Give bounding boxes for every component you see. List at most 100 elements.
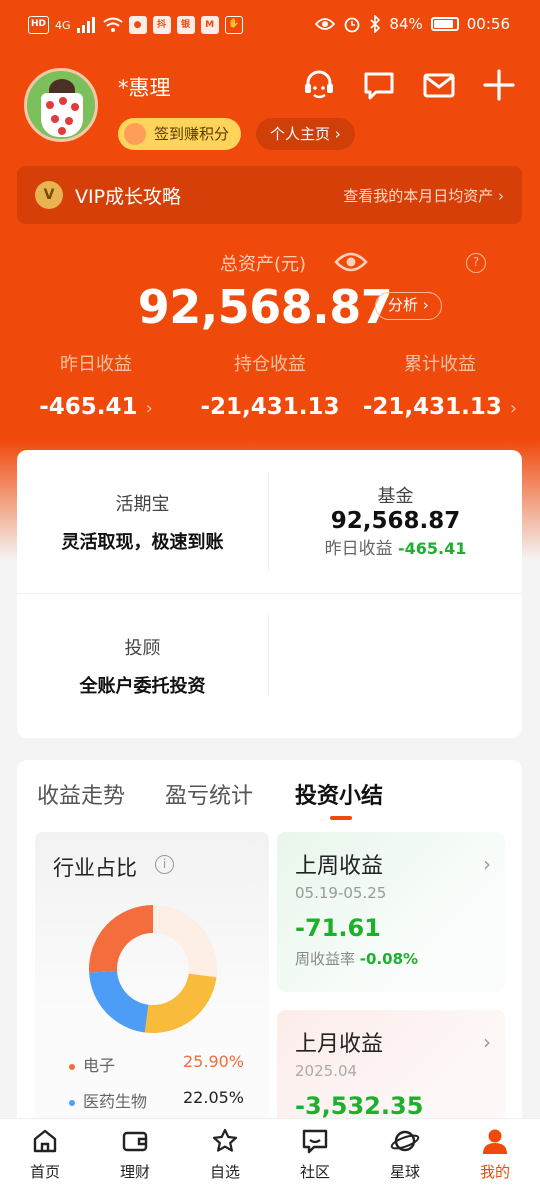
tab-investment-summary[interactable]: 投资小结 bbox=[295, 778, 383, 810]
analyze-button[interactable]: 分析 › bbox=[375, 292, 442, 320]
nav-label: 星球 bbox=[389, 1163, 420, 1181]
product-subtitle: 灵活取现，极速到账 bbox=[61, 532, 224, 553]
coin-icon bbox=[124, 123, 146, 145]
vip-growth-banner[interactable]: V VIP成长攻略 查看我的本月日均资产 › bbox=[17, 166, 522, 224]
signal-icon bbox=[76, 17, 95, 33]
last-month-title: 上月收益 bbox=[295, 1032, 384, 1057]
legend-pct: 25.90% bbox=[183, 1052, 245, 1071]
stat-cumulative[interactable]: 累计收益 -21,431.13 › bbox=[350, 350, 530, 420]
tab-earnings-trend[interactable]: 收益走势 bbox=[37, 778, 125, 810]
bottom-nav: 首页 理财 自选 社区 星球 我的 bbox=[0, 1118, 540, 1194]
vip-monthly-assets-link[interactable]: 查看我的本月日均资产 › bbox=[343, 185, 504, 206]
donut-slice-category-1 bbox=[89, 971, 149, 1033]
nav-watchlist[interactable]: 自选 bbox=[180, 1127, 270, 1182]
fund-value: 92,568.87 bbox=[330, 508, 461, 534]
customer-service-icon[interactable] bbox=[302, 68, 336, 102]
total-assets-value: 92,568.87 bbox=[137, 280, 393, 334]
chevron-right-icon: › bbox=[483, 852, 491, 876]
stat-label: 累计收益 bbox=[404, 354, 476, 375]
vip-badge-icon: V bbox=[35, 181, 63, 209]
divider bbox=[268, 615, 269, 695]
product-advisor[interactable]: 投顾 全账户委托投资 bbox=[17, 634, 268, 698]
products-card: 活期宝 灵活取现，极速到账 基金 92,568.87 昨日收益 -465.41 … bbox=[17, 450, 522, 738]
bluetooth-icon bbox=[370, 15, 381, 33]
last-week-value: -71.61 bbox=[295, 914, 381, 942]
nav-mine[interactable]: 我的 bbox=[450, 1127, 540, 1182]
product-huoqibao[interactable]: 活期宝 灵活取现，极速到账 bbox=[17, 490, 268, 554]
status-bar: HD 4G ● 抖 银 M ✋ 84% 00:56 bbox=[0, 0, 540, 56]
legend-pct: 22.05% bbox=[183, 1088, 245, 1107]
planet-icon bbox=[390, 1130, 420, 1152]
checkin-button[interactable]: 签到赚积分 bbox=[118, 118, 242, 150]
nav-label: 自选 bbox=[209, 1163, 240, 1181]
mail-icon[interactable] bbox=[422, 68, 456, 102]
avatar-cup bbox=[41, 93, 83, 137]
tiktok-icon: 抖 bbox=[152, 16, 171, 34]
product-title: 基金 bbox=[377, 486, 414, 507]
nav-community[interactable]: 社区 bbox=[270, 1127, 360, 1182]
nav-home[interactable]: 首页 bbox=[0, 1127, 90, 1182]
donut-slice-other-1 bbox=[153, 905, 217, 978]
home-icon bbox=[33, 1129, 57, 1153]
earnings-stats: 昨日收益 -465.41 › 持仓收益 -21,431.13 累计收益 -21,… bbox=[0, 350, 540, 430]
last-month-date: 2025.04 bbox=[295, 1062, 358, 1080]
stat-label: 昨日收益 bbox=[60, 354, 132, 375]
total-assets-label: 总资产(元) bbox=[220, 254, 307, 275]
legend-dot bbox=[69, 1063, 75, 1070]
avatar[interactable] bbox=[24, 68, 98, 142]
donut-slice-other-0 bbox=[144, 973, 217, 1033]
rate-value: -0.08% bbox=[359, 950, 419, 968]
stat-holding[interactable]: 持仓收益 -21,431.13 bbox=[180, 350, 360, 420]
message-icon[interactable] bbox=[362, 68, 396, 102]
info-icon[interactable]: i bbox=[155, 855, 174, 874]
wifi-icon bbox=[102, 17, 123, 32]
nav-planet[interactable]: 星球 bbox=[360, 1127, 450, 1182]
top-action-icons bbox=[302, 68, 516, 102]
product-subtitle: 全账户委托投资 bbox=[79, 676, 206, 697]
product-fund[interactable]: 基金 92,568.87 昨日收益 -465.41 bbox=[269, 482, 522, 559]
hd-icon: HD bbox=[28, 16, 50, 34]
last-week-title: 上周收益 bbox=[295, 854, 384, 879]
industry-donut-chart bbox=[89, 905, 217, 1033]
vip-title: VIP成长攻略 bbox=[75, 186, 182, 208]
legend-name: 医药生物 bbox=[83, 1092, 148, 1111]
stat-label: 持仓收益 bbox=[234, 354, 306, 375]
tab-profit-loss[interactable]: 盈亏统计 bbox=[165, 778, 253, 810]
legend-name: 电子 bbox=[83, 1056, 116, 1075]
nav-label: 首页 bbox=[29, 1163, 60, 1181]
last-month-value: -3,532.35 bbox=[295, 1092, 424, 1120]
eye-icon[interactable] bbox=[334, 250, 368, 274]
nav-label: 理财 bbox=[119, 1163, 150, 1181]
battery-icon bbox=[430, 17, 459, 31]
eye-status-icon bbox=[315, 18, 336, 30]
star-icon bbox=[212, 1128, 238, 1152]
stat-yesterday[interactable]: 昨日收益 -465.41 › bbox=[6, 350, 186, 420]
fund-yesterday-value: -465.41 bbox=[398, 539, 467, 558]
help-icon[interactable]: ? bbox=[466, 253, 486, 273]
chevron-right-icon: › bbox=[509, 398, 518, 419]
industry-share-panel[interactable]: 行业占比 i 电子 25.90% 医药生物 22.05% bbox=[35, 832, 269, 1132]
rate-label: 周收益率 bbox=[295, 950, 356, 968]
status-right: 84% 00:56 bbox=[315, 15, 510, 33]
active-tab-indicator bbox=[330, 816, 352, 820]
mall-icon: M bbox=[200, 16, 219, 34]
add-icon[interactable] bbox=[482, 68, 516, 102]
chevron-right-icon: › bbox=[483, 1030, 491, 1054]
network-label: 4G bbox=[55, 18, 71, 32]
stat-value: -21,431.13 bbox=[362, 394, 502, 420]
legend-item: 电子 25.90% bbox=[69, 1052, 259, 1076]
last-week-rate: 周收益率 -0.08% bbox=[295, 948, 418, 969]
homepage-button[interactable]: 个人主页 › bbox=[256, 118, 355, 150]
wallet-icon bbox=[122, 1131, 148, 1152]
user-icon bbox=[483, 1129, 507, 1154]
checkin-label: 签到赚积分 bbox=[154, 125, 230, 143]
divider bbox=[17, 593, 522, 594]
app-icon-globe: ● bbox=[128, 16, 147, 34]
last-week-earnings-card[interactable]: 上周收益 › 05.19-05.25 -71.61 周收益率 -0.08% bbox=[277, 832, 505, 992]
status-left: HD 4G ● 抖 银 M ✋ bbox=[28, 16, 243, 34]
legend-item: 医药生物 22.05% bbox=[69, 1088, 259, 1112]
battery-percent: 84% bbox=[389, 15, 423, 33]
stat-value: -21,431.13 bbox=[200, 394, 340, 420]
nav-wealth[interactable]: 理财 bbox=[90, 1127, 180, 1182]
hand-icon: ✋ bbox=[224, 16, 243, 34]
